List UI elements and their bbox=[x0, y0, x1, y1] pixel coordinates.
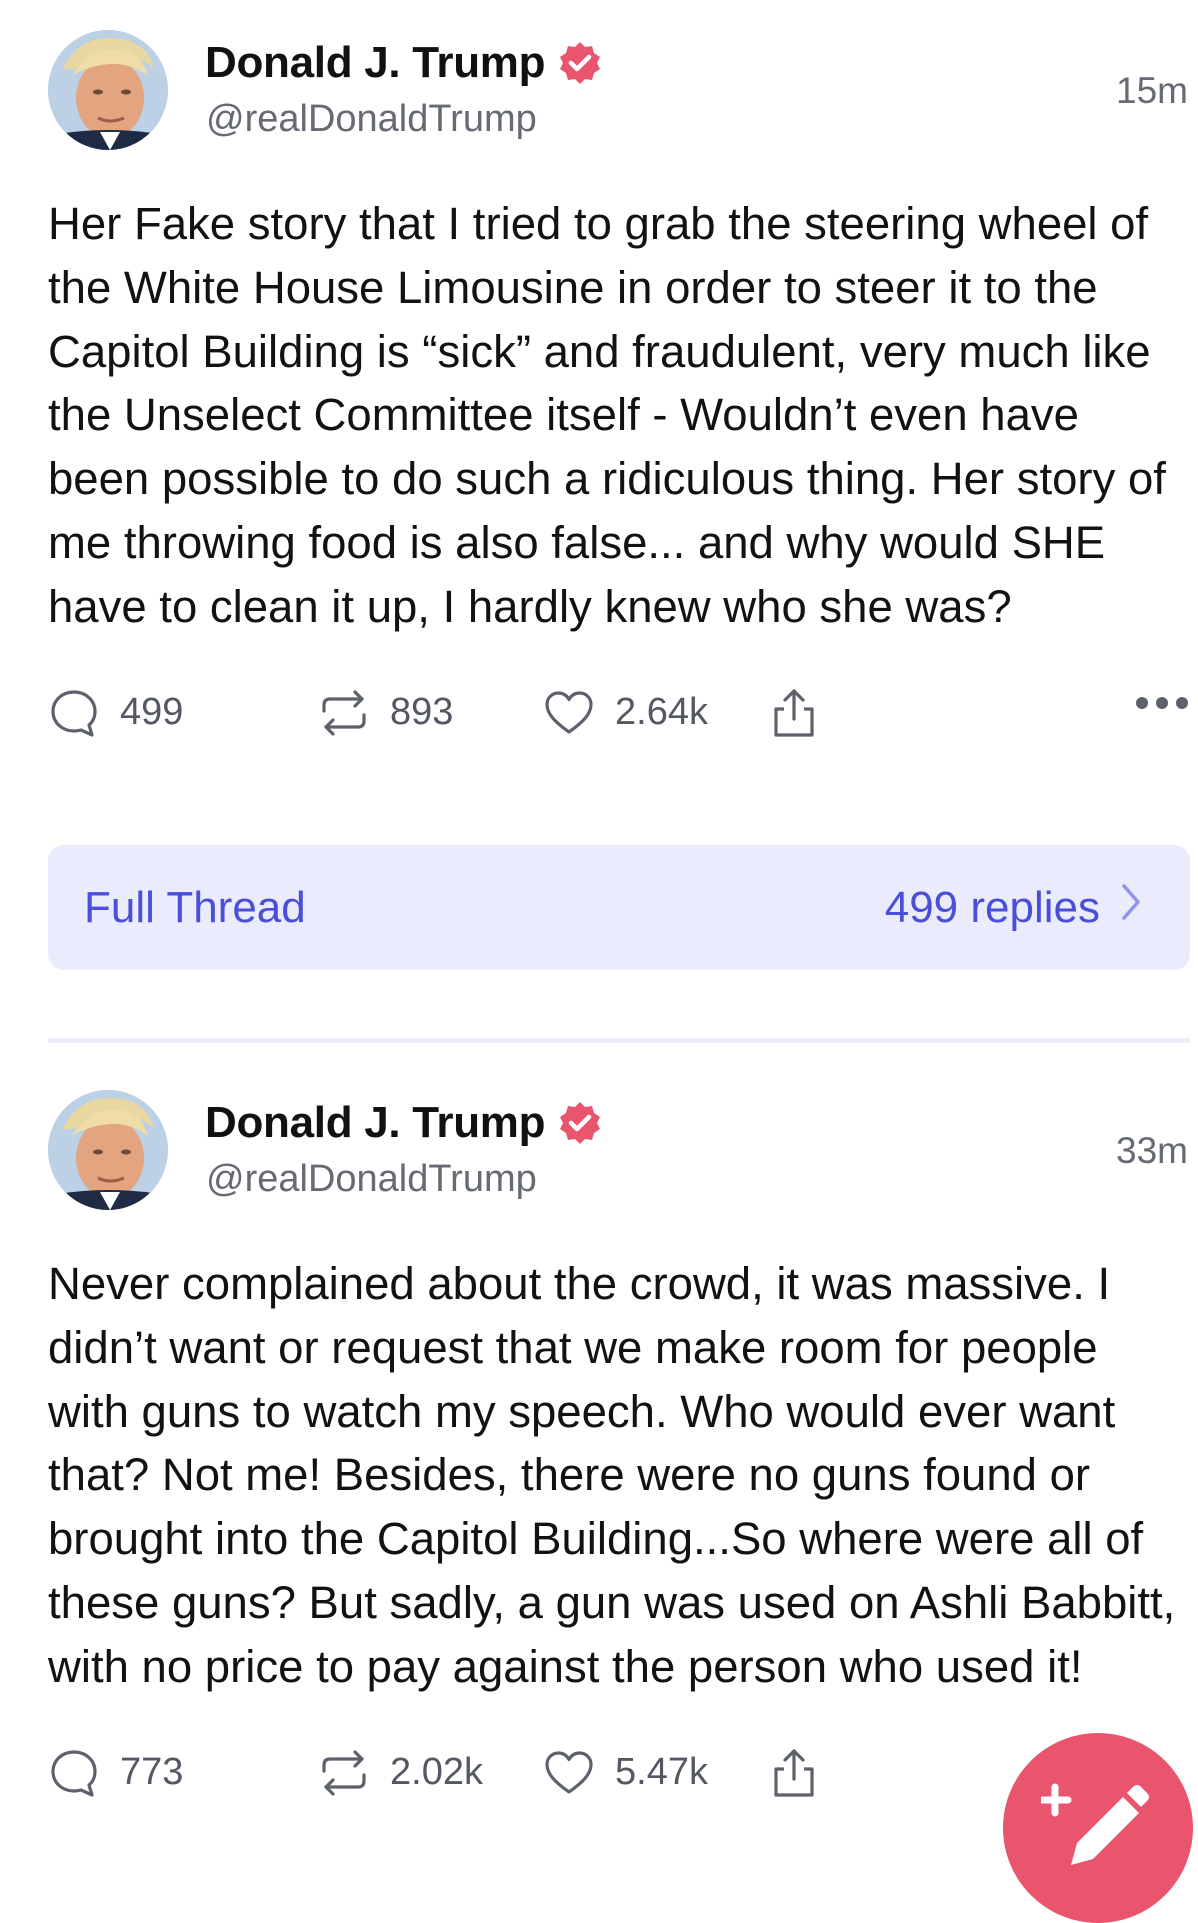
more-options-button[interactable] bbox=[1136, 696, 1188, 709]
verified-badge-icon bbox=[557, 1100, 603, 1146]
repost-count: 893 bbox=[390, 691, 454, 734]
reply-count: 773 bbox=[120, 1751, 184, 1794]
chevron-right-icon bbox=[1120, 882, 1142, 933]
reply-icon bbox=[48, 1747, 100, 1799]
author-avatar[interactable] bbox=[48, 1090, 168, 1210]
like-button[interactable]: 5.47k bbox=[543, 1743, 708, 1803]
like-count: 5.47k bbox=[615, 1751, 708, 1794]
share-icon bbox=[768, 1747, 820, 1799]
reply-count: 499 bbox=[120, 691, 184, 734]
compose-icon bbox=[1041, 1783, 1149, 1865]
like-count: 2.64k bbox=[615, 691, 708, 734]
post-2: Donald J. Trump @realDonaldTrump 33m Nev… bbox=[48, 1090, 1188, 1803]
like-button[interactable]: 2.64k bbox=[543, 683, 708, 743]
post-header: Donald J. Trump @realDonaldTrump 33m bbox=[48, 1090, 1188, 1220]
repost-button[interactable]: 2.02k bbox=[318, 1743, 483, 1803]
repost-icon bbox=[318, 1747, 370, 1799]
thread-replies-count: 499 replies bbox=[884, 882, 1100, 932]
post-timestamp: 15m bbox=[1116, 70, 1188, 111]
more-icon-dot bbox=[1136, 696, 1148, 709]
author-handle[interactable]: @realDonaldTrump bbox=[206, 98, 537, 141]
repost-button[interactable]: 893 bbox=[318, 683, 453, 743]
post-actions: 499 893 2.64k bbox=[48, 683, 1188, 743]
reply-icon bbox=[48, 687, 100, 739]
post-header: Donald J. Trump @realDonaldTrump 15m bbox=[48, 30, 1188, 160]
heart-icon bbox=[543, 1747, 595, 1799]
post-body: Her Fake story that I tried to grab the … bbox=[48, 198, 1166, 632]
author-handle[interactable]: @realDonaldTrump bbox=[206, 1158, 537, 1201]
post-body: Never complained about the crowd, it was… bbox=[48, 1258, 1176, 1692]
author-display-name[interactable]: Donald J. Trump bbox=[205, 1098, 546, 1148]
name-row: Donald J. Trump bbox=[205, 38, 603, 88]
repost-count: 2.02k bbox=[390, 1751, 483, 1794]
repost-icon bbox=[318, 687, 370, 739]
more-icon-dot bbox=[1156, 696, 1168, 709]
author-avatar[interactable] bbox=[48, 30, 168, 150]
compose-button[interactable] bbox=[1003, 1733, 1193, 1923]
name-row: Donald J. Trump bbox=[205, 1098, 603, 1148]
share-button[interactable] bbox=[768, 1743, 820, 1803]
reply-button[interactable]: 499 bbox=[48, 683, 183, 743]
thread-replies-link[interactable]: 499 replies bbox=[885, 882, 1142, 933]
full-thread-bar[interactable]: Full Thread 499 replies bbox=[48, 845, 1190, 970]
post-1: Donald J. Trump @realDonaldTrump 15m Her… bbox=[48, 30, 1188, 743]
share-button[interactable] bbox=[768, 683, 820, 743]
post-timestamp: 33m bbox=[1116, 1130, 1188, 1171]
heart-icon bbox=[543, 687, 595, 739]
share-icon bbox=[768, 687, 820, 739]
reply-button[interactable]: 773 bbox=[48, 1743, 183, 1803]
more-icon-dot bbox=[1176, 696, 1188, 709]
verified-badge-icon bbox=[557, 40, 603, 86]
full-thread-label: Full Thread bbox=[84, 882, 306, 932]
post-divider bbox=[48, 1038, 1190, 1043]
author-display-name[interactable]: Donald J. Trump bbox=[205, 38, 546, 88]
